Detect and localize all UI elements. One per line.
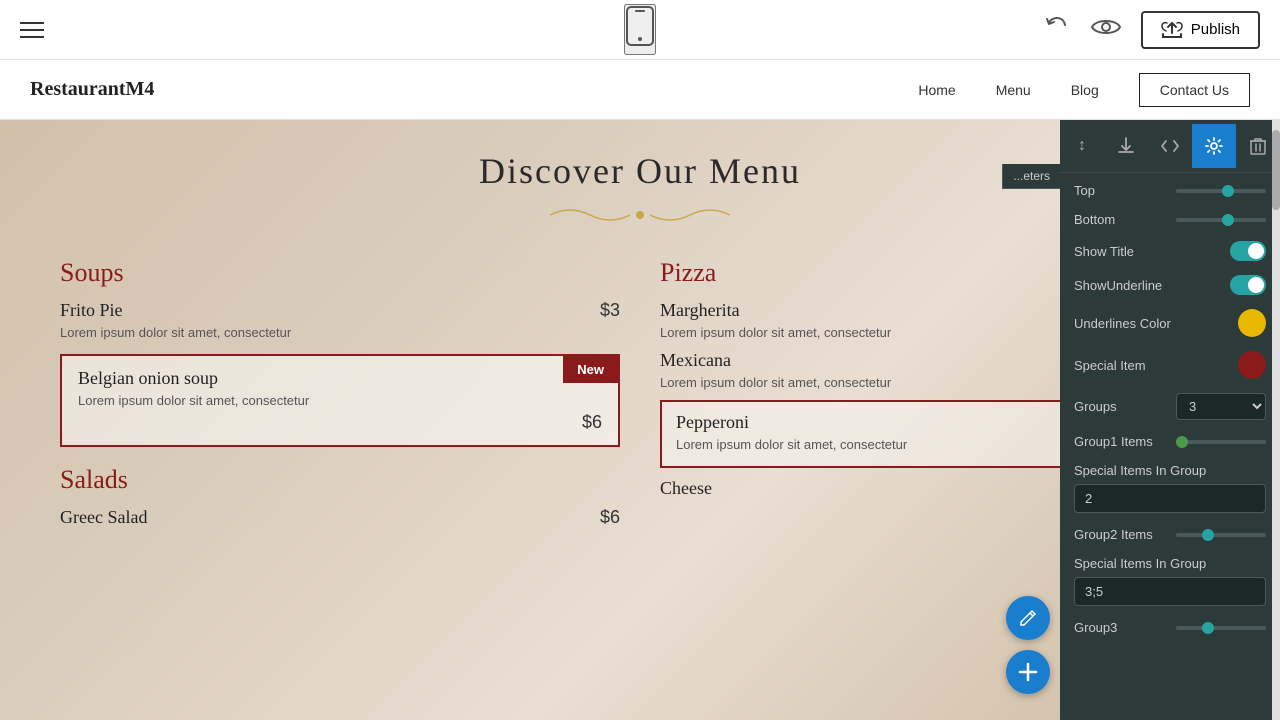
hamburger-icon[interactable] [20, 22, 44, 38]
undo-button[interactable] [1043, 13, 1071, 47]
edit-fab[interactable] [1006, 596, 1050, 640]
top-bar-left [20, 22, 44, 38]
special-items-group2-section: Special Items In Group [1074, 556, 1266, 620]
group2-thumb [1202, 529, 1214, 541]
top-row: Top [1074, 183, 1266, 198]
greec-name: Greec Salad [60, 507, 147, 528]
underlines-color-label: Underlines Color [1074, 316, 1171, 331]
group1-thumb [1176, 436, 1188, 448]
special-items-group1-input[interactable] [1074, 484, 1266, 513]
nav-menu[interactable]: Menu [996, 82, 1031, 98]
top-slider[interactable] [1176, 189, 1266, 193]
show-underline-label: ShowUnderline [1074, 278, 1162, 293]
group1-items-row: Group1 Items [1074, 434, 1266, 449]
panel-download-btn[interactable] [1104, 124, 1148, 168]
belgian-name: Belgian onion soup [78, 368, 602, 389]
panel-code-btn[interactable] [1148, 124, 1192, 168]
frito-desc: Lorem ipsum dolor sit amet, consectetur [60, 325, 291, 340]
top-bar: Publish [0, 0, 1280, 60]
group1-slider[interactable] [1176, 440, 1266, 444]
bottom-slider[interactable] [1176, 218, 1266, 222]
greec-price: $6 [600, 507, 620, 528]
special-items-group2-label: Special Items In Group [1074, 556, 1266, 571]
special-items-group1-label: Special Items In Group [1074, 463, 1266, 478]
belgian-desc: Lorem ipsum dolor sit amet, consectetur [78, 393, 602, 408]
show-title-toggle[interactable] [1230, 241, 1266, 261]
publish-button[interactable]: Publish [1141, 11, 1260, 49]
publish-label: Publish [1191, 21, 1240, 38]
panel-toolbar: ↕ [1060, 120, 1280, 173]
nav-links: Home Menu Blog Contact Us [918, 73, 1250, 107]
special-item-color-picker[interactable] [1238, 351, 1266, 379]
special-items-group1-section: Special Items In Group [1074, 463, 1266, 527]
groups-row: Groups 3 1 2 4 5 [1074, 393, 1266, 420]
nav-contact[interactable]: Contact Us [1139, 73, 1250, 107]
frito-name: Frito Pie [60, 300, 291, 321]
new-badge: New [563, 356, 618, 383]
underlines-color-row: Underlines Color [1074, 309, 1266, 337]
special-item-row: Special Item [1074, 351, 1266, 379]
special-item-belgian: New Belgian onion soup Lorem ipsum dolor… [60, 354, 620, 447]
panel-content: Top Bottom Show Title ShowUnderline [1060, 173, 1280, 720]
group2-items-row: Group2 Items [1074, 527, 1266, 542]
nav-bar: RestaurantM4 Home Menu Blog Contact Us [0, 60, 1280, 120]
top-label: Top [1074, 183, 1095, 198]
add-fab[interactable] [1006, 650, 1050, 694]
right-panel: ↕ [1060, 120, 1280, 720]
show-title-row: Show Title [1074, 241, 1266, 261]
phone-preview-button[interactable] [624, 4, 656, 55]
top-thumb [1222, 185, 1234, 197]
group3-label: Group3 [1074, 620, 1117, 635]
group2-slider[interactable] [1176, 533, 1266, 537]
menu-divider [60, 200, 1220, 238]
group3-slider[interactable] [1176, 626, 1266, 630]
underlines-color-picker[interactable] [1238, 309, 1266, 337]
scroll-thumb[interactable] [1272, 130, 1280, 210]
left-column: Soups Frito Pie Lorem ipsum dolor sit am… [60, 258, 620, 550]
menu-item-frito: Frito Pie Lorem ipsum dolor sit amet, co… [60, 300, 620, 344]
belgian-price: $6 [78, 412, 602, 433]
menu-columns: Soups Frito Pie Lorem ipsum dolor sit am… [60, 258, 1220, 550]
soups-title: Soups [60, 258, 620, 288]
show-title-label: Show Title [1074, 244, 1134, 259]
special-item-label: Special Item [1074, 358, 1146, 373]
nav-home[interactable]: Home [918, 82, 955, 98]
panel-settings-btn[interactable] [1192, 124, 1236, 168]
brand-name: RestaurantM4 [30, 78, 154, 101]
main-area: Discover Our Menu Soups Frito Pie [0, 120, 1280, 720]
special-items-group2-input[interactable] [1074, 577, 1266, 606]
group2-label: Group2 Items [1074, 527, 1153, 542]
group1-label: Group1 Items [1074, 434, 1153, 449]
bottom-label: Bottom [1074, 212, 1115, 227]
groups-select[interactable]: 3 1 2 4 5 [1176, 393, 1266, 420]
scrollbar[interactable] [1272, 120, 1280, 720]
group3-thumb [1202, 622, 1214, 634]
top-bar-right: Publish [1043, 11, 1260, 49]
frito-price: $3 [600, 300, 620, 321]
show-underline-toggle[interactable] [1230, 275, 1266, 295]
groups-label: Groups [1074, 399, 1117, 414]
top-bar-center [624, 4, 656, 55]
panel-move-btn[interactable]: ↕ [1060, 124, 1104, 168]
salads-title: Salads [60, 465, 620, 495]
nav-blog[interactable]: Blog [1071, 82, 1099, 98]
preview-button[interactable] [1091, 16, 1121, 44]
bottom-row: Bottom [1074, 212, 1266, 227]
group3-row: Group3 [1074, 620, 1266, 635]
bottom-thumb [1222, 214, 1234, 226]
parameters-label: ...eters [1002, 164, 1060, 189]
menu-item-greec: Greec Salad $6 [60, 507, 620, 540]
show-underline-row: ShowUnderline [1074, 275, 1266, 295]
